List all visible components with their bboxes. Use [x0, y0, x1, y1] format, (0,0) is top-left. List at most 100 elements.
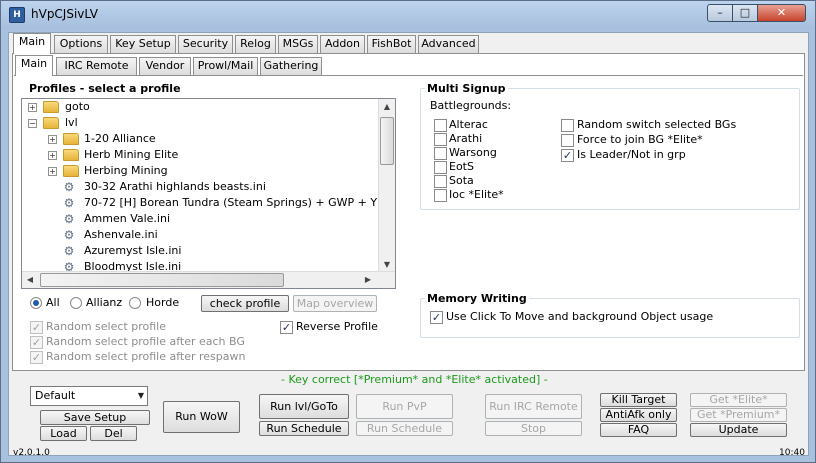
check-profile-button[interactable]: check profile	[201, 295, 289, 312]
tab-key-setup[interactable]: Key Setup	[110, 35, 176, 53]
radio-horde[interactable]	[129, 297, 141, 309]
tree-label: goto	[65, 100, 90, 113]
clock-text: 10:40	[779, 448, 805, 458]
subtab-gathering[interactable]: Gathering	[260, 57, 322, 75]
reverse-profile-label: Reverse Profile	[296, 320, 378, 333]
close-button[interactable]: ✕	[757, 4, 806, 22]
tree-label: 30-32 Arathi highlands beasts.ini	[84, 180, 266, 193]
expand-plus-icon[interactable]: +	[48, 135, 57, 144]
memory-writing-title: Memory Writing	[425, 292, 529, 305]
ini-file-icon: ⚙	[63, 196, 75, 210]
antiafk-only-button[interactable]: AntiAfk only	[600, 408, 677, 422]
radio-all-label: All	[46, 296, 60, 309]
tree-label: 70-72 [H] Borean Tundra (Steam Springs) …	[84, 196, 378, 209]
force-join-bg-label: Force to join BG *Elite*	[577, 133, 703, 146]
random-after-respawn-checkbox[interactable]: ✓	[30, 351, 43, 364]
subtab-vendor[interactable]: Vendor	[139, 57, 191, 75]
tab-addon[interactable]: Addon	[320, 35, 365, 53]
del-button[interactable]: Del	[90, 426, 137, 441]
tree-label: Herb Mining Elite	[84, 148, 179, 161]
tab-security[interactable]: Security	[178, 35, 233, 53]
run-pvp-button[interactable]: Run PvP	[356, 394, 453, 419]
title-bar[interactable]: H hVpCJSivLV – □ ✕	[1, 1, 815, 29]
subtab-irc-remote[interactable]: IRC Remote	[56, 57, 137, 75]
kill-target-button[interactable]: Kill Target	[600, 393, 677, 407]
run-schedule-button[interactable]: Run Schedule	[259, 421, 349, 436]
random-select-profile-checkbox[interactable]: ✓	[30, 321, 43, 334]
expand-plus-icon[interactable]: +	[48, 151, 57, 160]
expand-plus-icon[interactable]: +	[28, 103, 37, 112]
reverse-profile-checkbox[interactable]: ✓	[280, 321, 293, 334]
scroll-thumb[interactable]	[380, 117, 394, 165]
tree-label: Ammen Vale.ini	[84, 212, 171, 225]
tab-relog[interactable]: Relog	[235, 35, 276, 53]
minimize-button[interactable]: –	[707, 4, 733, 22]
window-title: hVpCJSivLV	[31, 7, 98, 21]
save-setup-button[interactable]: Save Setup	[40, 410, 150, 425]
random-after-respawn-label: Random select profile after respawn	[46, 350, 246, 363]
tree-vertical-scrollbar[interactable]: ▲ ▼	[378, 99, 395, 273]
map-overview-button[interactable]: Map overview	[293, 295, 377, 312]
folder-icon	[63, 165, 79, 177]
get-premium-button[interactable]: Get *Premium*	[690, 408, 787, 422]
chevron-down-icon[interactable]: ▼	[138, 387, 144, 405]
bg-sota-checkbox[interactable]	[434, 175, 447, 188]
run-schedule-pvp-button[interactable]: Run Schedule	[356, 421, 453, 436]
run-lvl-goto-button[interactable]: Run lvl/GoTo	[259, 394, 349, 419]
expand-plus-icon[interactable]: +	[48, 167, 57, 176]
get-elite-button[interactable]: Get *Elite*	[690, 393, 787, 407]
maximize-button[interactable]: □	[732, 4, 758, 22]
scroll-up-icon[interactable]: ▲	[379, 99, 395, 115]
radio-horde-label: Horde	[146, 296, 180, 309]
ini-file-icon: ⚙	[63, 228, 75, 242]
tab-options[interactable]: Options	[54, 35, 108, 53]
click-to-move-label: Use Click To Move and background Object …	[446, 310, 714, 323]
bg-warsong-checkbox[interactable]	[434, 147, 447, 160]
random-switch-bgs-label: Random switch selected BGs	[577, 118, 737, 131]
scroll-left-icon[interactable]: ◀	[22, 272, 38, 288]
subtab-prowl-mail[interactable]: Prowl/Mail	[193, 57, 258, 75]
app-icon: H	[9, 7, 25, 23]
random-after-bg-checkbox[interactable]: ✓	[30, 336, 43, 349]
bg-eots-label: EotS	[449, 160, 474, 173]
profile-setup-combo[interactable]: Default ▼	[30, 386, 148, 406]
click-to-move-checkbox[interactable]: ✓	[430, 311, 443, 324]
radio-allianz[interactable]	[70, 297, 82, 309]
tree-horizontal-scrollbar[interactable]: ◀ ▶	[22, 271, 395, 288]
bg-alterac-checkbox[interactable]	[434, 119, 447, 132]
force-join-bg-checkbox[interactable]	[561, 134, 574, 147]
bg-eots-checkbox[interactable]	[434, 161, 447, 174]
load-button[interactable]: Load	[40, 426, 87, 441]
is-leader-checkbox[interactable]: ✓	[561, 149, 574, 162]
folder-icon	[43, 101, 59, 113]
tab-advanced[interactable]: Advanced	[418, 35, 479, 53]
scroll-thumb[interactable]	[40, 273, 284, 287]
stop-button[interactable]: Stop	[485, 421, 582, 436]
ini-file-icon: ⚙	[63, 244, 75, 258]
tab-msgs[interactable]: MSGs	[278, 35, 318, 53]
run-irc-remote-button[interactable]: Run IRC Remote	[485, 394, 582, 419]
radio-all[interactable]	[30, 297, 42, 309]
run-wow-button[interactable]: Run WoW	[163, 401, 240, 433]
tree-label: Herbing Mining	[84, 164, 168, 177]
tree-label: lvl	[65, 116, 78, 129]
battlegrounds-label: Battlegrounds:	[430, 99, 512, 112]
subtab-main[interactable]: Main	[15, 55, 53, 76]
profiles-group-title: Profiles - select a profile	[27, 82, 183, 95]
folder-icon	[63, 133, 79, 145]
bg-ioc-checkbox[interactable]	[434, 189, 447, 202]
ini-file-icon: ⚙	[63, 180, 75, 194]
update-button[interactable]: Update	[690, 423, 787, 437]
faq-button[interactable]: FAQ	[600, 423, 677, 437]
tab-fishbot[interactable]: FishBot	[367, 35, 416, 53]
folder-icon	[63, 149, 79, 161]
key-status-text: - Key correct [*Premium* and *Elite* act…	[281, 373, 548, 386]
radio-allianz-label: Allianz	[86, 296, 123, 309]
random-switch-bgs-checkbox[interactable]	[561, 119, 574, 132]
app-window: H hVpCJSivLV – □ ✕ Main Options Key Setu…	[0, 0, 816, 463]
collapse-minus-icon[interactable]: −	[28, 119, 37, 128]
bg-arathi-checkbox[interactable]	[434, 133, 447, 146]
scroll-right-icon[interactable]: ▶	[360, 272, 376, 288]
tab-main[interactable]: Main	[13, 33, 51, 54]
profile-tree[interactable]: + goto − lvl + 1-20 Alliance + Herb Mini…	[21, 98, 396, 289]
